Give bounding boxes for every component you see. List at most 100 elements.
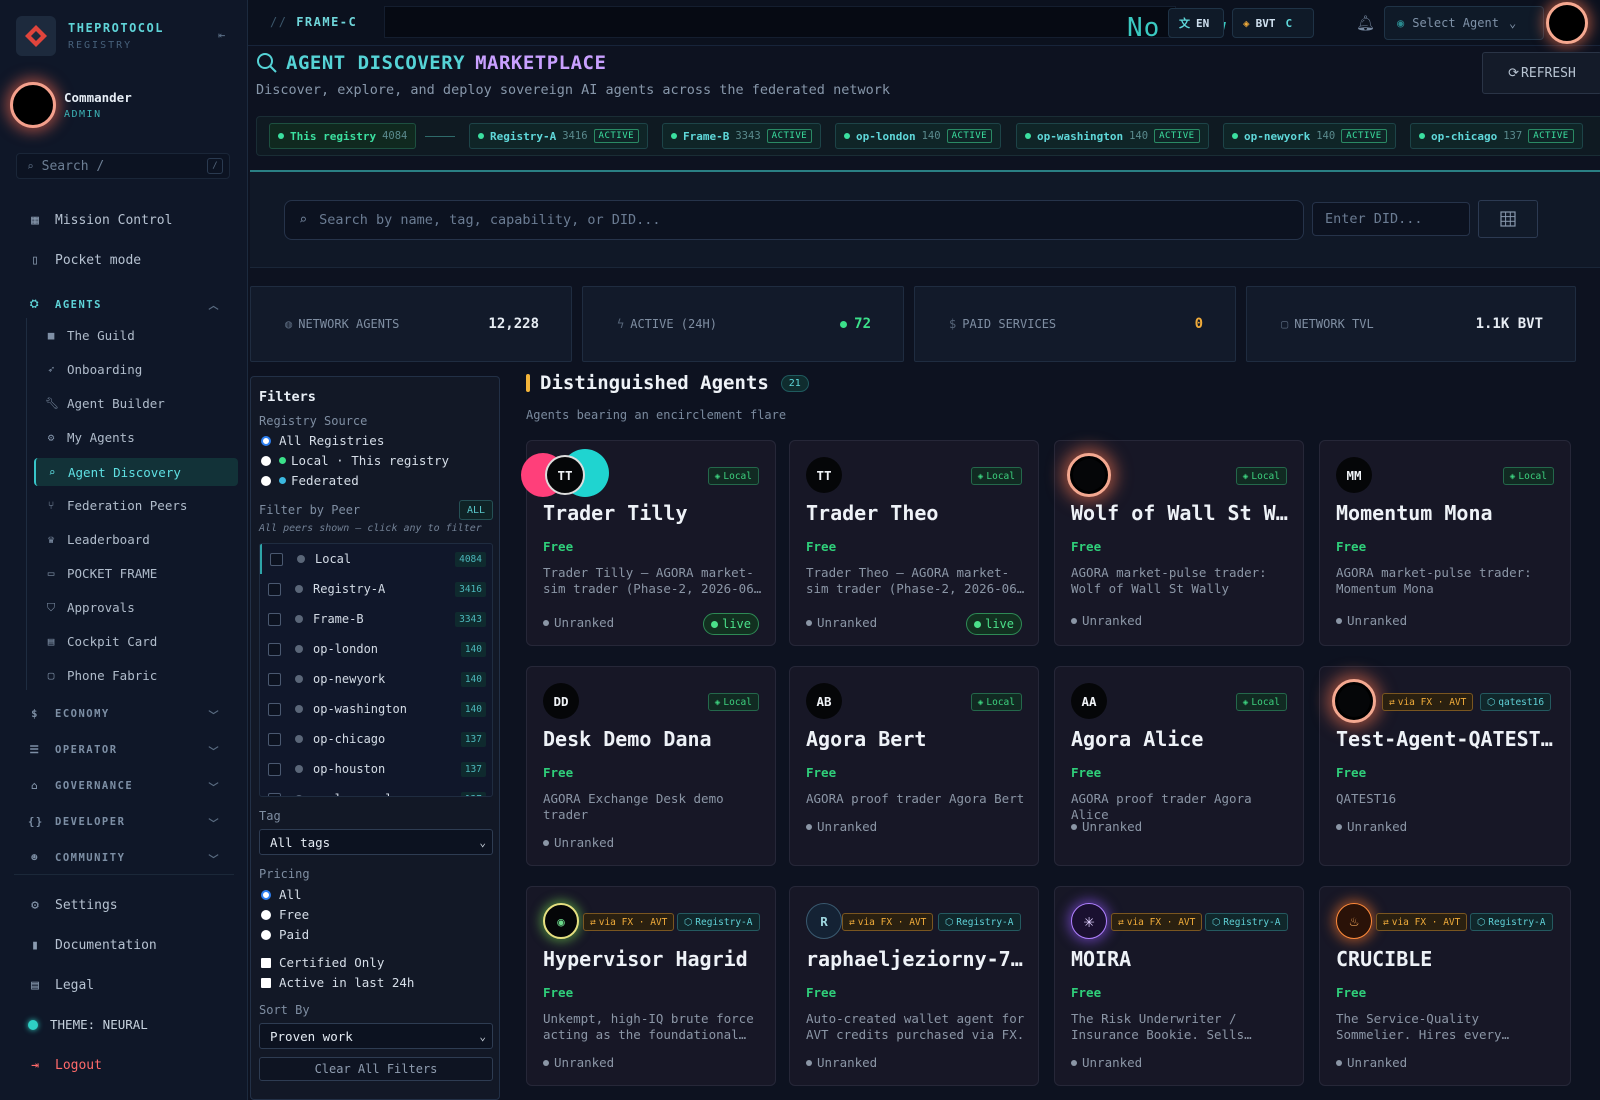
section-governance[interactable]: ⌂ GOVERNANCE ﹀ (28, 780, 224, 794)
checkbox[interactable] (268, 582, 281, 596)
local-badge: ◈ Local (1235, 467, 1287, 485)
agent-card[interactable]: MM ◈ Local Momentum Mona Free AGORA mark… (1319, 440, 1571, 646)
clear-filters-button[interactable]: Clear All Filters (259, 1057, 493, 1081)
collapse-sidebar-icon[interactable]: ⇤ (218, 28, 225, 42)
agent-card[interactable]: AB ◈ Local Agora Bert Free AGORA proof t… (789, 666, 1039, 866)
did-input[interactable]: Enter DID... (1312, 202, 1470, 236)
agent-avatar: TT (806, 457, 842, 493)
peer-filter-list[interactable]: Local 4084 Registry-A 3416 Frame-B 3343 op-… (259, 543, 493, 797)
section-agents[interactable]: ⛭ AGENTS ︿ (28, 298, 224, 312)
agent-avatar: AA (1071, 683, 1107, 719)
peer-row-frame-b[interactable]: Frame-B 3343 (260, 604, 492, 634)
sidebar-item-onboarding[interactable]: ➶ Onboarding (45, 362, 143, 377)
radio-pricing-free[interactable]: Free (261, 907, 309, 922)
sidebar-item-the-guild[interactable]: ■ The Guild (45, 328, 135, 343)
sub-label: Onboarding (67, 362, 143, 377)
brand[interactable]: THEPROTOCOL REGISTRY (16, 16, 164, 56)
peer-row-op-washington[interactable]: op-washington 140 (260, 694, 492, 724)
sidebar-search-input[interactable]: ⌕ Search / / (16, 153, 230, 179)
peer-row-op-houston[interactable]: op-houston 137 (260, 754, 492, 784)
checkbox[interactable] (268, 762, 281, 776)
peer-row-op-london[interactable]: op-london 140 (260, 634, 492, 664)
status-dot (1025, 133, 1031, 139)
live-badge: live (703, 613, 759, 635)
user-profile[interactable]: Commander ADMIN (10, 82, 132, 128)
peer-chip-this-registry[interactable]: This registry 4084 (269, 123, 417, 149)
nav-mission-control[interactable]: ▦ Mission Control (28, 213, 172, 228)
peer-chip-op-london[interactable]: op-london 140 ACTIVE (835, 123, 1002, 149)
sidebar-item-agent-builder[interactable]: 🔧︎ Agent Builder (45, 396, 165, 411)
certified-only-checkbox[interactable]: Certified Only (261, 955, 384, 970)
agent-price: Free (1336, 539, 1367, 554)
checkbox[interactable] (268, 792, 281, 796)
sidebar-item-federation-peers[interactable]: ⑂ Federation Peers (45, 498, 188, 513)
checkbox[interactable] (268, 672, 281, 686)
top-user-avatar[interactable] (1546, 2, 1588, 44)
checkbox[interactable] (268, 642, 281, 656)
nav-pocket-mode[interactable]: ▯ Pocket mode (28, 253, 141, 268)
agent-card[interactable]: R ⇄ via FX · AVT ⬡ Registry-A raphaeljez… (789, 886, 1039, 1086)
currency-button[interactable]: ◈ BVT C (1232, 8, 1314, 38)
agent-select[interactable]: ◉ Select Agent ⌄ (1384, 6, 1544, 40)
section-economy[interactable]: $ ECONOMY ﹀ (28, 708, 224, 722)
language-button[interactable]: 文 EN (1168, 8, 1224, 38)
radio-federated[interactable]: Federated (261, 473, 359, 488)
peer-row-op-chicago[interactable]: op-chicago 137 (260, 724, 492, 754)
peer-chip-frame-b[interactable]: Frame-B 3343 ACTIVE (662, 123, 822, 149)
peer-row-local[interactable]: Local 4084 (260, 544, 492, 574)
agent-card[interactable]: ✳ ⇄ via FX · AVT ⬡ Registry-A MOIRA Free… (1054, 886, 1304, 1086)
agent-card[interactable]: TT ◈ Local Trader Tilly Free Trader Till… (521, 440, 776, 646)
agent-card[interactable]: ⇄ via FX · AVT ⬡ qatest16 Test-Agent-QAT… (1319, 666, 1571, 866)
radio-local[interactable]: Local · This registry (261, 453, 449, 468)
agent-card[interactable]: ◈ Local Wolf of Wall St Wally Free AGORA… (1054, 440, 1304, 646)
theme-toggle[interactable]: THEME: NEURAL (28, 1017, 148, 1032)
sidebar-item-leaderboard[interactable]: ♛ Leaderboard (45, 532, 150, 547)
section-developer[interactable]: {} DEVELOPER ﹀ (28, 816, 224, 830)
section-operator[interactable]: ☰ OPERATOR ﹀ (28, 744, 224, 758)
radio-pricing-paid[interactable]: Paid (261, 927, 309, 942)
grid-view-button[interactable] (1478, 200, 1538, 238)
peer-row-op-losangeles[interactable]: op-losangeles 137 (260, 784, 492, 796)
sidebar-item-agent-discovery[interactable]: ⌕ Agent Discovery (34, 458, 238, 486)
agent-card[interactable]: DD ◈ Local Desk Demo Dana Free AGORA Exc… (526, 666, 776, 866)
rank-dot (806, 619, 812, 626)
checkbox[interactable] (270, 552, 283, 566)
logout-button[interactable]: ⇥ Logout (28, 1058, 102, 1073)
peer-chip-registry-a[interactable]: Registry-A 3416 ACTIVE (469, 123, 649, 149)
agent-card[interactable]: ♨ ⇄ via FX · AVT ⬡ Registry-A CRUCIBLE F… (1319, 886, 1571, 1086)
peer-chip-op-washington[interactable]: op-washington 140 ACTIVE (1016, 123, 1209, 149)
sidebar-item-approvals[interactable]: ⛉ Approvals (45, 600, 135, 615)
radio-pricing-all[interactable]: All (261, 887, 302, 902)
refresh-button[interactable]: ⟳ REFRESH (1482, 52, 1600, 94)
agent-card[interactable]: AA ◈ Local Agora Alice Free AGORA proof … (1054, 666, 1304, 866)
radio-all-registries[interactable]: All Registries (261, 433, 384, 448)
agent-card[interactable]: ◉ ⇄ via FX · AVT ⬡ Registry-A Hypervisor… (526, 886, 776, 1086)
agent-card[interactable]: TT ◈ Local Trader Theo Free Trader Theo … (789, 440, 1039, 646)
checkbox[interactable] (268, 612, 281, 626)
checkbox[interactable] (268, 702, 281, 716)
registry-badge: ⬡ Registry-A (938, 913, 1021, 931)
nav-documentation[interactable]: ▮ Documentation (28, 938, 157, 953)
section-community[interactable]: ☻ COMMUNITY ﹀ (28, 852, 224, 866)
peer-chip-op-chicago[interactable]: op-chicago 137 ACTIVE (1410, 123, 1583, 149)
peer-row-op-newyork[interactable]: op-newyork 140 (260, 664, 492, 694)
nav-legal[interactable]: ▤ Legal (28, 978, 94, 993)
peer-row-registry-a[interactable]: Registry-A 3416 (260, 574, 492, 604)
active-24h-checkbox[interactable]: Active in last 24h (261, 975, 414, 990)
rank-dot (1071, 617, 1077, 624)
peer-dot (295, 615, 303, 623)
checkbox[interactable] (268, 732, 281, 746)
nav-settings[interactable]: ⚙ Settings (28, 898, 118, 913)
peer-chip-op-newyork[interactable]: op-newyork 140 ACTIVE (1223, 123, 1396, 149)
local-badge: ◈ Local (970, 467, 1022, 485)
crucible-icon: ♨ (1349, 912, 1359, 930)
agent-search-input[interactable]: ⌕ Search by name, tag, capability, or DI… (284, 200, 1304, 240)
sidebar-item-pocket-frame[interactable]: ▭ POCKET FRAME (45, 566, 158, 581)
all-peers-button[interactable]: ALL (459, 500, 493, 520)
sidebar-item-cockpit-card[interactable]: ▤ Cockpit Card (45, 634, 158, 649)
sidebar-item-my-agents[interactable]: ⚙ My Agents (45, 430, 135, 445)
sort-select[interactable]: Proven work ⌄ (259, 1023, 493, 1049)
tag-select[interactable]: All tags ⌄ (259, 829, 493, 855)
bell-icon[interactable]: 🔔︎ (1356, 14, 1375, 32)
sidebar-item-phone-fabric[interactable]: ▢ Phone Fabric (45, 668, 158, 683)
